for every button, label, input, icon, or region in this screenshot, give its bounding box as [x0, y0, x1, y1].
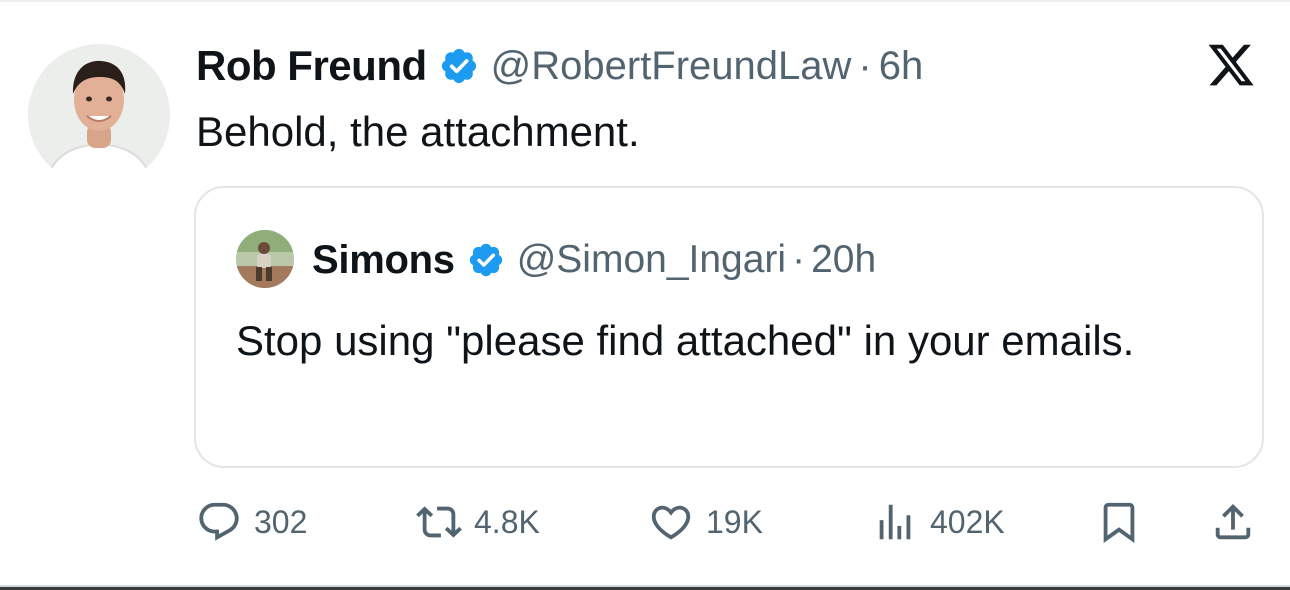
reply-button[interactable]: 302	[196, 494, 307, 550]
verified-badge-icon	[467, 241, 505, 279]
quoted-tweet-text: Stop using "please find attached" in you…	[236, 317, 1135, 364]
quoted-tweet-timestamp[interactable]: 20h	[811, 238, 876, 282]
quoted-author-name[interactable]: Simons	[312, 238, 455, 283]
views-button[interactable]: 402K	[872, 494, 1005, 550]
bottom-divider	[0, 585, 1290, 590]
author-handle[interactable]: @RobertFreundLaw	[491, 44, 852, 89]
reply-count: 302	[254, 503, 308, 540]
reply-icon	[196, 499, 242, 545]
tweet-header: Rob Freund @RobertFreundLaw · 6h	[196, 40, 923, 92]
tweet-text: Behold, the attachment.	[196, 108, 640, 155]
share-button[interactable]	[1210, 494, 1256, 550]
heart-icon	[648, 499, 694, 545]
retweet-button[interactable]: 4.8K	[416, 494, 540, 550]
quoted-tweet[interactable]: Simons @Simon_Ingari · 20h Stop using "p…	[194, 186, 1264, 468]
view-count: 402K	[930, 503, 1005, 540]
bookmark-button[interactable]	[1096, 494, 1142, 550]
quoted-author-avatar[interactable]	[236, 230, 294, 288]
like-count: 19K	[706, 503, 763, 540]
separator-dot: ·	[858, 43, 872, 88]
action-bar: 302 4.8K 19K 402K	[196, 494, 1266, 550]
verified-badge-icon	[439, 46, 479, 86]
author-name[interactable]: Rob Freund	[196, 42, 427, 90]
tweet-card[interactable]: Rob Freund @RobertFreundLaw · 6h Behold,…	[0, 0, 1290, 590]
bookmark-icon	[1096, 499, 1142, 545]
tweet-timestamp[interactable]: 6h	[879, 44, 924, 89]
quoted-tweet-header: Simons @Simon_Ingari · 20h	[312, 234, 876, 286]
share-icon	[1210, 499, 1256, 545]
quoted-author-handle[interactable]: @Simon_Ingari	[517, 238, 786, 282]
retweet-count: 4.8K	[474, 503, 540, 540]
x-logo-icon[interactable]	[1206, 40, 1256, 90]
views-chart-icon	[872, 499, 918, 545]
author-avatar[interactable]	[28, 44, 170, 186]
retweet-icon	[416, 499, 462, 545]
separator-dot: ·	[792, 238, 806, 281]
like-button[interactable]: 19K	[648, 494, 763, 550]
